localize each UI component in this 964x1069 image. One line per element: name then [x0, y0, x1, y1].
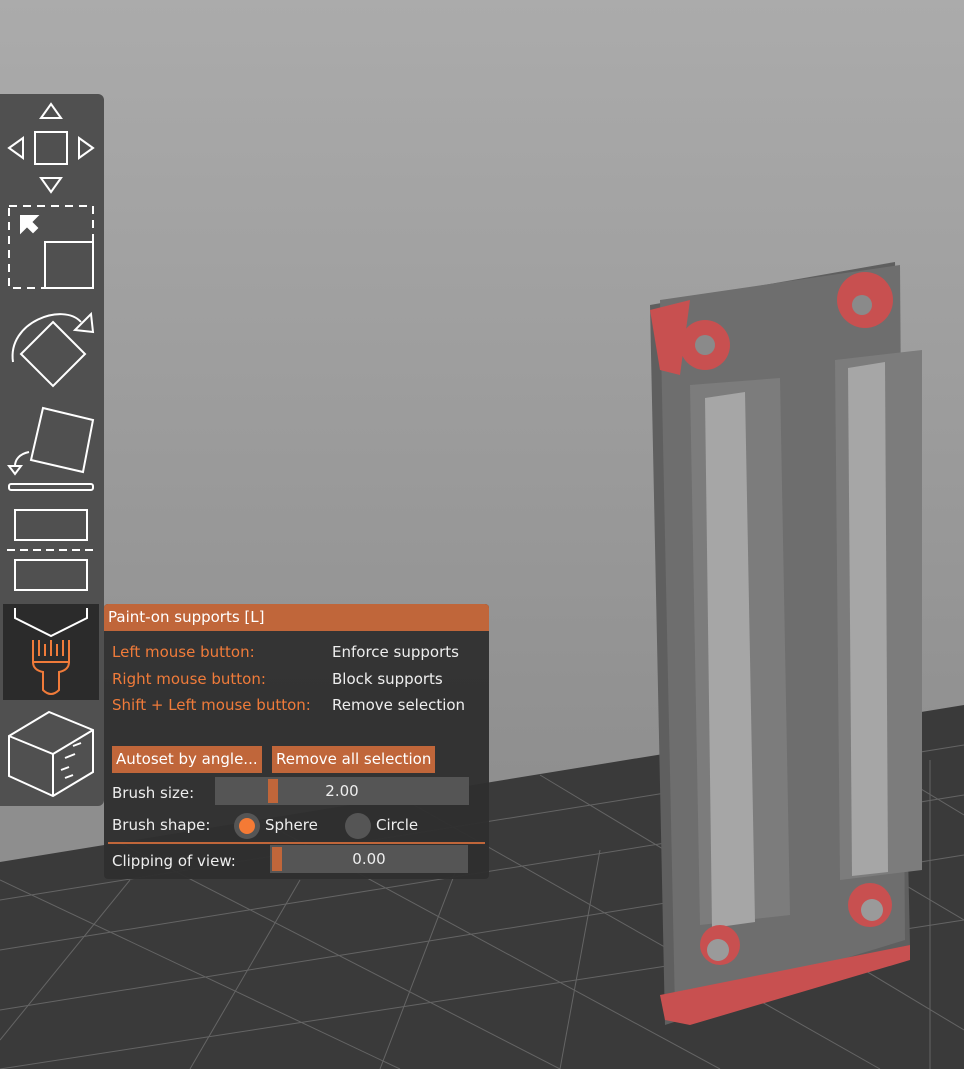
tool-scale[interactable]	[3, 202, 99, 292]
brush-shape-label: Brush shape:	[112, 816, 211, 834]
paint-supports-panel: Paint-on supports [L] Left mouse button:…	[104, 604, 489, 879]
sphere-label: Sphere	[265, 816, 318, 834]
clipping-slider[interactable]: 0.00	[270, 845, 468, 873]
autoset-by-angle-button[interactable]: Autoset by angle...	[112, 746, 262, 773]
cut-icon	[7, 509, 95, 591]
hint-action: Block supports	[332, 670, 443, 688]
scale-icon	[8, 205, 94, 289]
circle-radio[interactable]	[345, 813, 371, 839]
hint-key: Left mouse button:	[112, 643, 255, 661]
paint-brush-icon	[14, 608, 88, 695]
brush-size-value: 2.00	[325, 782, 359, 800]
model-plate	[650, 262, 922, 1025]
hint-action: Enforce supports	[332, 643, 459, 661]
hint-key: Right mouse button:	[112, 670, 266, 688]
rotate-icon	[11, 311, 95, 388]
tool-paint-supports[interactable]	[3, 604, 99, 700]
hint-key: Shift + Left mouse button:	[112, 696, 311, 714]
circle-label: Circle	[376, 816, 419, 834]
brush-size-slider[interactable]: 2.00	[215, 777, 469, 805]
tool-rotate[interactable]	[3, 302, 99, 392]
tool-move[interactable]	[3, 100, 99, 196]
tool-seam-painting[interactable]	[3, 706, 99, 798]
brush-size-label: Brush size:	[112, 784, 195, 802]
divider	[108, 842, 485, 844]
hint-action: Remove selection	[332, 696, 466, 714]
tool-place-on-face[interactable]	[3, 402, 99, 494]
clipping-value: 0.00	[352, 850, 386, 868]
panel-title: Paint-on supports [L]	[104, 604, 489, 631]
clipping-label: Clipping of view:	[112, 852, 236, 870]
cube-icon	[8, 710, 94, 798]
sphere-radio[interactable]	[234, 813, 260, 839]
remove-all-selection-button[interactable]: Remove all selection	[272, 746, 436, 773]
tool-cut[interactable]	[3, 504, 99, 594]
gizmo-toolbar	[0, 94, 104, 806]
3d-viewport[interactable]	[0, 0, 964, 1069]
move-arrows-icon	[7, 102, 95, 194]
place-on-face-icon	[7, 406, 95, 491]
